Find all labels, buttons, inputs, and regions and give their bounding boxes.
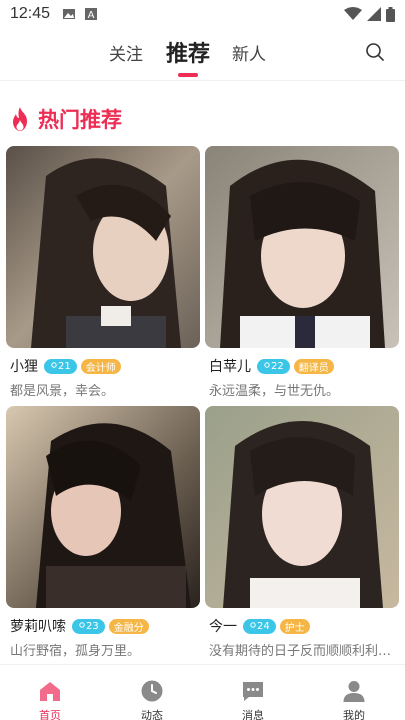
clock-icon: [141, 680, 163, 702]
female-icon: [250, 622, 256, 628]
female-icon: [79, 622, 85, 628]
profile-card[interactable]: 白苹儿 22 翻译员 永远温柔，与世无仇。: [205, 146, 399, 399]
tab-new[interactable]: 新人: [232, 40, 266, 65]
nav-messages-label: 消息: [242, 709, 264, 720]
nav-profile-label: 我的: [343, 709, 365, 720]
profile-card[interactable]: 今一 24 护士 没有期待的日子反而顺顺利利…: [205, 406, 399, 659]
profile-card[interactable]: 小狸 21 会计师 都是风景，幸会。: [6, 146, 200, 399]
profile-signature: 都是风景，幸会。: [10, 384, 115, 399]
profile-photo: [205, 406, 399, 608]
profile-signature: 山行野宿，孤身万里。: [10, 644, 141, 659]
profile-photo: [6, 406, 200, 608]
age-value: 24: [257, 620, 270, 632]
fire-icon: [13, 107, 27, 131]
profile-signature: 没有期待的日子反而顺顺利利…: [209, 644, 392, 659]
nav-messages[interactable]: 消息: [223, 679, 283, 720]
job-badge: 金融分: [108, 618, 149, 634]
female-icon: [264, 362, 270, 368]
top-nav: 关注 推荐 新人: [0, 36, 405, 77]
svg-text:A: A: [88, 10, 95, 21]
age-value: 22: [271, 360, 284, 372]
age-badge: 23: [72, 618, 105, 634]
job-badge: 翻译员: [293, 358, 334, 374]
profile-photo: [205, 146, 399, 348]
nav-home-label: 首页: [39, 709, 61, 720]
home-icon: [40, 682, 60, 701]
signal-icon: [367, 7, 381, 21]
age-value: 21: [58, 360, 71, 372]
wifi-icon: [344, 7, 362, 20]
profile-name: 白苹儿: [209, 359, 251, 375]
female-icon: [51, 362, 57, 368]
message-icon: [243, 682, 263, 701]
profile-photo: [6, 146, 200, 348]
age-badge: 24: [243, 618, 276, 634]
battery-icon: [386, 6, 395, 22]
profile-name: 小狸: [10, 359, 38, 375]
gallery-notification-icon: [63, 9, 76, 19]
app-notification-icon: A: [85, 8, 98, 21]
age-badge: 22: [257, 358, 290, 374]
section-title: 热门推荐: [38, 108, 122, 132]
profile-name: 今一: [209, 619, 237, 635]
nav-home[interactable]: 首页: [20, 679, 80, 720]
age-badge: 21: [44, 358, 77, 374]
nav-feed-label: 动态: [141, 709, 163, 720]
age-value: 23: [86, 620, 99, 632]
status-bar: 12:45 A: [0, 0, 405, 28]
job-badge: 护士: [279, 618, 310, 634]
profile-name: 萝莉叭嗦: [10, 619, 66, 635]
nav-profile[interactable]: 我的: [324, 679, 384, 720]
nav-divider: [0, 80, 405, 81]
profile-card[interactable]: 萝莉叭嗦 23 金融分 山行野宿，孤身万里。: [6, 406, 200, 659]
bottom-nav: 首页 动态 消息 我的: [0, 664, 405, 720]
profile-signature: 永远温柔，与世无仇。: [209, 384, 340, 399]
nav-feed[interactable]: 动态: [122, 679, 182, 720]
tab-recommend[interactable]: 推荐: [166, 36, 210, 68]
active-tab-indicator: [178, 73, 198, 77]
job-badge: 会计师: [80, 358, 121, 374]
tab-follow[interactable]: 关注: [109, 40, 143, 65]
section-header: 热门推荐: [8, 104, 122, 134]
user-icon: [343, 681, 365, 702]
status-time: 12:45: [10, 5, 51, 22]
search-icon[interactable]: [363, 40, 387, 64]
